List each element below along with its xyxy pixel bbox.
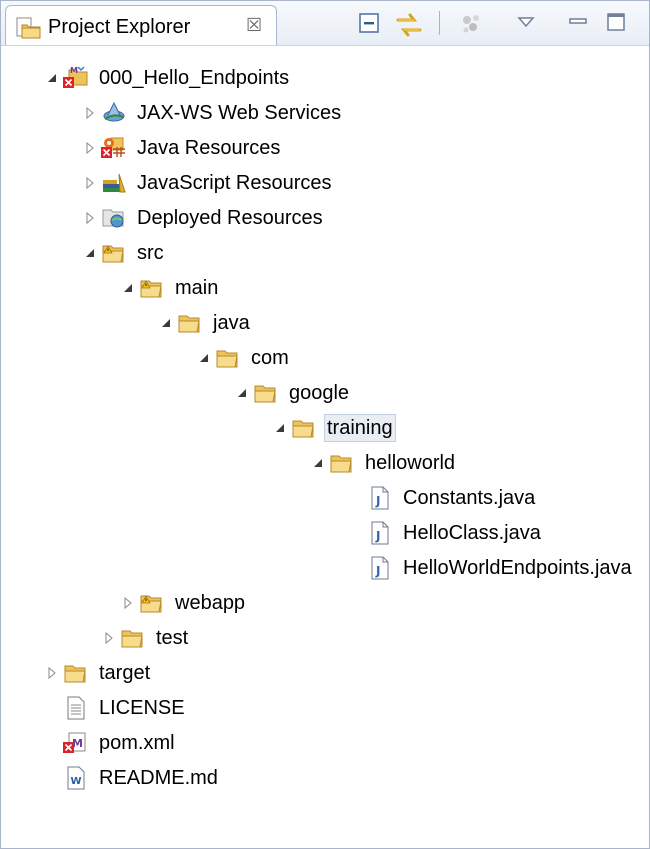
filter-icon[interactable] xyxy=(459,11,485,37)
tree-item-label: LICENSE xyxy=(99,697,185,719)
tree-item-label: java xyxy=(213,312,250,334)
tree-item-label: com xyxy=(251,347,289,369)
folder-icon xyxy=(329,450,355,476)
view-menu-icon[interactable] xyxy=(515,11,537,33)
tree-item-label: Java Resources xyxy=(137,137,281,159)
tree-item-label: training xyxy=(324,414,396,442)
project-explorer-view: Project Explorer ☒ M 000_Hello_Endpoints… xyxy=(0,0,650,849)
tree-item-label: pom.xml xyxy=(99,732,175,754)
tree-item-label: JavaScript Resources xyxy=(137,172,332,194)
svg-text:J: J xyxy=(375,529,380,543)
expanded-arrow-icon[interactable] xyxy=(231,386,253,400)
collapsed-arrow-icon[interactable] xyxy=(79,106,101,120)
web-services-icon xyxy=(101,100,127,126)
expanded-arrow-icon[interactable] xyxy=(193,351,215,365)
collapsed-arrow-icon[interactable] xyxy=(79,141,101,155)
tree-item-label: test xyxy=(156,627,189,649)
collapsed-arrow-icon[interactable] xyxy=(41,666,63,680)
word-file-icon: W xyxy=(63,765,89,791)
svg-text:J: J xyxy=(375,494,380,508)
java-file-icon: J xyxy=(367,485,393,511)
toolbar-separator xyxy=(439,11,440,35)
tree-item[interactable]: target xyxy=(41,656,152,690)
expanded-arrow-icon[interactable] xyxy=(307,456,329,470)
java-file-icon: J xyxy=(367,555,393,581)
maven-pom-error-icon: M xyxy=(63,730,89,756)
collapsed-arrow-icon[interactable] xyxy=(117,596,139,610)
tree-item[interactable]: JavaScript Resources xyxy=(79,166,334,200)
expanded-arrow-icon[interactable] xyxy=(155,316,177,330)
tree-item[interactable]: java xyxy=(155,306,252,340)
tree-item-label: 000_Hello_Endpoints xyxy=(99,67,290,89)
expanded-arrow-icon[interactable] xyxy=(41,71,63,85)
tree-item[interactable]: J Constants.java xyxy=(367,481,537,515)
folder-icon xyxy=(120,625,146,651)
tree-item[interactable]: JAX-WS Web Services xyxy=(79,96,343,130)
folder-icon xyxy=(177,310,203,336)
tree-item[interactable]: training xyxy=(269,411,396,445)
svg-text:J: J xyxy=(375,564,380,578)
java-resources-error-icon xyxy=(101,135,127,161)
folder-warning-icon xyxy=(139,590,165,616)
text-file-icon xyxy=(63,695,89,721)
deployed-resources-icon xyxy=(101,205,127,231)
collapsed-arrow-icon[interactable] xyxy=(79,176,101,190)
project-explorer-icon xyxy=(16,15,42,39)
tree-item[interactable]: LICENSE xyxy=(63,691,187,725)
tree-item[interactable]: test xyxy=(98,621,190,655)
project-tree: M 000_Hello_Endpoints JAX-WS Web Service… xyxy=(1,61,649,841)
svg-text:W: W xyxy=(71,776,82,787)
tree-item-label: google xyxy=(289,382,350,404)
folder-icon xyxy=(291,415,317,441)
tree-item-label: HelloClass.java xyxy=(403,522,541,544)
close-view-icon[interactable]: ☒ xyxy=(246,15,262,36)
tree-item[interactable]: J HelloClass.java xyxy=(367,516,543,550)
tree-item-label: target xyxy=(99,662,151,684)
project-explorer-tab[interactable]: Project Explorer ☒ xyxy=(5,5,277,45)
tree-item[interactable]: W README.md xyxy=(63,761,220,795)
tree-item-label: HelloWorldEndpoints.java xyxy=(403,557,632,579)
tree-item[interactable]: Mpom.xml xyxy=(63,726,177,760)
tree-item-label: README.md xyxy=(99,767,218,789)
tree-item-label: src xyxy=(137,242,164,264)
tree-item[interactable]: google xyxy=(231,376,351,410)
view-tab-bar: Project Explorer ☒ xyxy=(1,1,649,46)
tree-item[interactable]: helloworld xyxy=(307,446,457,480)
expanded-arrow-icon[interactable] xyxy=(79,246,101,260)
tree-item-label: Constants.java xyxy=(403,487,536,509)
maven-project-error-icon: M xyxy=(63,65,89,91)
java-file-icon: J xyxy=(367,520,393,546)
tree-item[interactable]: Java Resources xyxy=(79,131,282,165)
tree-item[interactable]: M 000_Hello_Endpoints xyxy=(41,61,291,95)
tree-item[interactable]: src xyxy=(79,236,166,270)
minimize-icon[interactable] xyxy=(567,11,589,33)
collapse-all-icon[interactable] xyxy=(357,11,381,35)
link-with-editor-icon[interactable] xyxy=(394,11,424,39)
tree-item[interactable]: main xyxy=(117,271,220,305)
tree-item[interactable]: Deployed Resources xyxy=(79,201,325,235)
tree-item-label: webapp xyxy=(175,592,246,614)
maximize-icon[interactable] xyxy=(605,11,627,33)
tree-item-label: Deployed Resources xyxy=(137,207,323,229)
javascript-resources-icon xyxy=(101,170,127,196)
folder-icon xyxy=(253,380,279,406)
view-title: Project Explorer xyxy=(48,16,191,38)
tree-item-label: helloworld xyxy=(365,452,456,474)
collapsed-arrow-icon[interactable] xyxy=(98,631,120,645)
expanded-arrow-icon[interactable] xyxy=(269,421,291,435)
tree-item[interactable]: J HelloWorldEndpoints.java xyxy=(367,551,634,585)
folder-icon xyxy=(215,345,241,371)
tree-item[interactable]: webapp xyxy=(117,586,247,620)
folder-warning-icon xyxy=(139,275,165,301)
folder-warning-icon xyxy=(101,240,127,266)
svg-text:M: M xyxy=(70,66,78,75)
tree-item-label: JAX-WS Web Services xyxy=(137,102,342,124)
folder-icon xyxy=(63,660,89,686)
tree-item-label: main xyxy=(175,277,219,299)
expanded-arrow-icon[interactable] xyxy=(117,281,139,295)
tree-item[interactable]: com xyxy=(193,341,291,375)
collapsed-arrow-icon[interactable] xyxy=(79,211,101,225)
